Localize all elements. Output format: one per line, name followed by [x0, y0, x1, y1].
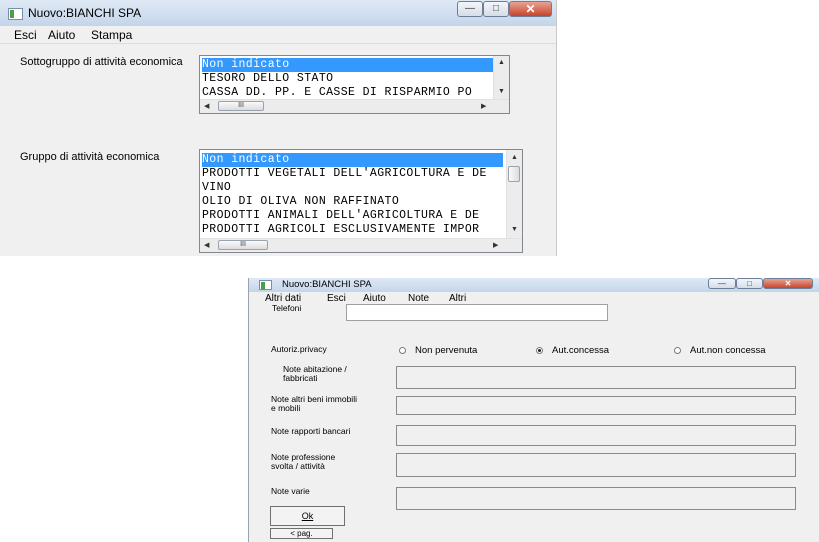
- menu-aiuto[interactable]: Aiuto: [363, 293, 386, 304]
- window-title: Nuovo:BIANCHI SPA: [282, 279, 372, 290]
- ok-button[interactable]: Ok: [270, 506, 345, 526]
- window-title: Nuovo:BIANCHI SPA: [28, 6, 142, 20]
- list-item[interactable]: TESORO DELLO STATO: [202, 72, 333, 86]
- sottogruppo-label: Sottogruppo di attività economica: [20, 56, 183, 68]
- close-button[interactable]: ✕: [509, 1, 552, 17]
- label-line: svolta / attività: [271, 461, 325, 471]
- scroll-left-icon[interactable]: ◀: [204, 241, 209, 249]
- gruppo-label: Gruppo di attività economica: [20, 151, 160, 163]
- menu-note[interactable]: Note: [408, 293, 429, 304]
- menu-bar: Esci Aiuto Stampa: [0, 26, 556, 44]
- scroll-down-icon[interactable]: ▼: [511, 226, 518, 233]
- menu-altri[interactable]: Altri: [449, 293, 466, 304]
- app-icon: [8, 8, 23, 20]
- privacy-option-label: Aut.non concessa: [690, 345, 766, 356]
- app-icon: [259, 280, 272, 290]
- note-rapporti-field[interactable]: [396, 425, 796, 446]
- scroll-up-icon[interactable]: ▲: [498, 59, 505, 66]
- horizontal-scrollbar[interactable]: ◀ III ▶: [200, 99, 509, 113]
- scroll-up-icon[interactable]: ▲: [511, 154, 518, 161]
- window-details: Nuovo:BIANCHI SPA — □ ✕ Altri dati Esci …: [248, 278, 819, 542]
- maximize-button[interactable]: □: [483, 1, 509, 17]
- list-item[interactable]: Non indicato: [202, 153, 503, 167]
- note-beni-field[interactable]: [396, 396, 796, 415]
- scroll-right-icon[interactable]: ▶: [481, 102, 486, 110]
- scroll-thumb[interactable]: [508, 166, 520, 182]
- list-item[interactable]: VINO: [202, 181, 231, 195]
- note-beni-label: Note altri beni immobili e mobili: [271, 395, 357, 413]
- menu-esci[interactable]: Esci: [14, 28, 37, 42]
- label-line: e mobili: [271, 403, 301, 413]
- menu-bar: Altri dati Esci Aiuto Note Altri: [249, 292, 819, 304]
- sottogruppo-listbox[interactable]: Non indicato TESORO DELLO STATO CASSA DD…: [199, 55, 510, 114]
- note-rapporti-label: Note rapporti bancari: [271, 426, 351, 436]
- note-abitazione-label: Note abitazione / fabbricati: [283, 365, 347, 383]
- menu-esci[interactable]: Esci: [327, 293, 346, 304]
- maximize-button[interactable]: □: [736, 278, 763, 289]
- minimize-button[interactable]: —: [708, 278, 736, 289]
- privacy-radio-non-pervenuta[interactable]: [399, 347, 406, 354]
- privacy-radio-aut-concessa[interactable]: [536, 347, 543, 354]
- menu-stampa[interactable]: Stampa: [91, 28, 132, 42]
- list-item[interactable]: Non indicato: [202, 58, 493, 72]
- scroll-thumb[interactable]: III: [218, 101, 264, 111]
- list-item[interactable]: OLIO DI OLIVA NON RAFFINATO: [202, 195, 399, 209]
- gruppo-listbox[interactable]: Non indicato PRODOTTI VEGETALI DELL'AGRI…: [199, 149, 523, 253]
- telefoni-label: Telefoni: [272, 303, 302, 313]
- telefoni-input[interactable]: [346, 304, 608, 321]
- list-item[interactable]: PRODOTTI AGRICOLI ESCLUSIVAMENTE IMPOR: [202, 223, 505, 237]
- list-item[interactable]: CASSA DD. PP. E CASSE DI RISPARMIO PO: [202, 86, 490, 100]
- title-bar[interactable]: Nuovo:BIANCHI SPA — □ ✕: [0, 0, 556, 26]
- prev-page-button[interactable]: < pag.: [270, 528, 333, 539]
- note-varie-label: Note varie: [271, 486, 310, 496]
- privacy-option-label: Non pervenuta: [415, 345, 478, 356]
- scroll-right-icon[interactable]: ▶: [493, 241, 498, 249]
- privacy-label: Autoriz.privacy: [271, 344, 327, 354]
- note-abitazione-field[interactable]: [396, 366, 796, 389]
- list-item[interactable]: PRODOTTI VEGETALI DELL'AGRICOLTURA E DE: [202, 167, 505, 181]
- vertical-scrollbar[interactable]: ▲ ▼: [493, 56, 509, 100]
- scroll-down-icon[interactable]: ▼: [498, 88, 505, 95]
- label-line: fabbricati: [283, 373, 318, 383]
- privacy-option-label: Aut.concessa: [552, 345, 610, 356]
- minimize-button[interactable]: —: [457, 1, 483, 17]
- list-item[interactable]: PRODOTTI ANIMALI DELL'AGRICOLTURA E DE: [202, 209, 505, 223]
- note-varie-field[interactable]: [396, 487, 796, 510]
- privacy-radio-aut-non-concessa[interactable]: [674, 347, 681, 354]
- note-professione-label: Note professione svolta / attività: [271, 453, 335, 471]
- title-bar[interactable]: Nuovo:BIANCHI SPA — □ ✕: [249, 278, 819, 292]
- note-professione-field[interactable]: [396, 453, 796, 477]
- horizontal-scrollbar[interactable]: ◀ III ▶: [200, 238, 522, 252]
- window-main: Nuovo:BIANCHI SPA — □ ✕ Esci Aiuto Stamp…: [0, 0, 557, 256]
- close-button[interactable]: ✕: [763, 278, 813, 289]
- scroll-left-icon[interactable]: ◀: [204, 102, 209, 110]
- vertical-scrollbar[interactable]: ▲ ▼: [506, 150, 522, 238]
- menu-aiuto[interactable]: Aiuto: [48, 28, 75, 42]
- scroll-thumb[interactable]: III: [218, 240, 268, 250]
